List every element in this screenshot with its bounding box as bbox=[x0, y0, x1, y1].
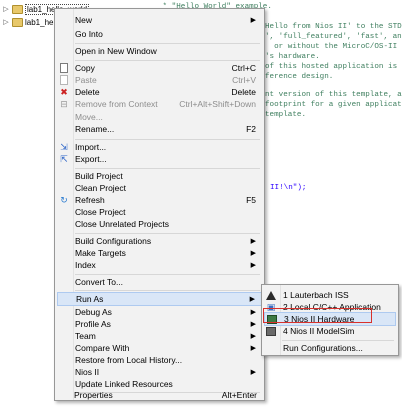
code-line: II!\n"); bbox=[270, 184, 307, 192]
submenu-arrow-icon: ▶ bbox=[250, 309, 256, 316]
menu-item-label: Profile As bbox=[75, 319, 111, 329]
menu-item-go-into[interactable]: Go Into bbox=[57, 27, 262, 41]
menu-item-label: 1 Lauterbach ISS bbox=[283, 290, 349, 300]
menu-item-label: Nios II bbox=[75, 367, 100, 377]
menu-item-label: 3 Nios II Hardware bbox=[284, 314, 355, 324]
project-folder-icon bbox=[12, 4, 23, 14]
submenu-arrow-icon: ▶ bbox=[250, 238, 256, 245]
menu-item-rename[interactable]: Rename... F2 bbox=[57, 122, 262, 136]
code-line: nt version of this template, an bbox=[265, 91, 402, 99]
menu-item-label: Clean Project bbox=[75, 183, 127, 193]
submenu-arrow-icon: ▶ bbox=[250, 17, 256, 24]
menu-item-open-new-window[interactable]: Open in New Window bbox=[57, 44, 262, 58]
menu-item-index[interactable]: Index ▶ bbox=[57, 258, 262, 272]
menu-item-label: Compare With bbox=[75, 343, 130, 353]
menu-item-label: Properties bbox=[74, 390, 113, 400]
expand-arrow-icon[interactable]: ▷ bbox=[2, 18, 10, 26]
submenu-arrow-icon: ▶ bbox=[250, 369, 256, 376]
menu-item-label: Restore from Local History... bbox=[75, 355, 183, 365]
menu-item-properties[interactable]: Properties Alt+Enter bbox=[56, 388, 263, 402]
menu-item-remove-from-context[interactable]: ⊟ Remove from Context Ctrl+Alt+Shift+Dow… bbox=[57, 97, 262, 111]
menu-item-shortcut: Alt+Enter bbox=[221, 390, 257, 400]
menu-item-label: Import... bbox=[75, 142, 107, 152]
menu-item-shortcut: Ctrl+V bbox=[232, 75, 256, 85]
code-line: template. bbox=[265, 111, 307, 119]
submenu-arrow-icon: ▶ bbox=[250, 345, 256, 352]
menu-item-label: Convert To... bbox=[75, 277, 124, 287]
code-line: Hello from Nios II' to the STDOU bbox=[265, 23, 402, 31]
project-context-menu: New ▶ Go Into Open in New Window Copy Ct… bbox=[54, 8, 265, 401]
menu-item-label: Close Unrelated Projects bbox=[75, 219, 170, 229]
menu-item-label: Paste bbox=[75, 75, 97, 85]
expand-arrow-icon[interactable]: ▷ bbox=[2, 5, 10, 13]
menu-item-export[interactable]: ⇱ Export... bbox=[57, 152, 262, 166]
menu-item-label: Close Project bbox=[75, 207, 126, 217]
menu-item-label: Run Configurations... bbox=[283, 343, 363, 353]
menu-item-label: Run As bbox=[76, 294, 104, 304]
menu-item-run-as[interactable]: Run As ▶ bbox=[57, 292, 262, 306]
submenu-arrow-icon: ▶ bbox=[250, 333, 256, 340]
project-folder-icon bbox=[12, 17, 23, 27]
submenu-arrow-icon: ▶ bbox=[250, 250, 256, 257]
remove-context-icon: ⊟ bbox=[60, 98, 68, 109]
menu-item-label: Team bbox=[75, 331, 96, 341]
code-line: or without the MicroC/OS-II RT bbox=[265, 43, 402, 51]
menu-item-label: Export... bbox=[75, 154, 107, 164]
modelsim-icon bbox=[265, 325, 277, 337]
run-as-submenu: 1 Lauterbach ISS ▣ 2 Local C/C++ Applica… bbox=[261, 284, 399, 356]
menu-item-label: Refresh bbox=[75, 195, 105, 205]
menu-item-label: Index bbox=[75, 260, 96, 270]
menu-item-shortcut: Ctrl+C bbox=[231, 63, 256, 73]
menu-separator bbox=[75, 290, 260, 291]
code-line: 's hardware. bbox=[265, 53, 320, 61]
menu-item-shortcut: Delete bbox=[231, 87, 256, 97]
menu-item-label: New bbox=[75, 15, 93, 25]
menu-item-new[interactable]: New ▶ bbox=[57, 13, 262, 27]
menu-item-label: Build Configurations bbox=[75, 236, 152, 246]
menu-item-label: Remove from Context bbox=[75, 99, 158, 109]
code-line: of this hosted application is - bbox=[265, 63, 402, 71]
code-line: footprint for a given applicati bbox=[265, 101, 402, 109]
menu-item-shortcut: F2 bbox=[246, 124, 256, 134]
menu-item-shortcut: F5 bbox=[246, 195, 256, 205]
submenu-item-run-configurations[interactable]: Run Configurations... bbox=[264, 341, 396, 355]
menu-item-label: Make Targets bbox=[75, 248, 126, 258]
code-line: ference design. bbox=[265, 73, 334, 81]
menu-item-close-unrelated[interactable]: Close Unrelated Projects bbox=[57, 217, 262, 231]
submenu-item-nios-modelsim[interactable]: 4 Nios II ModelSim bbox=[264, 324, 396, 338]
menu-item-label: Delete bbox=[75, 87, 100, 97]
export-icon: ⇱ bbox=[60, 153, 68, 164]
menu-item-label: 2 Local C/C++ Application bbox=[283, 302, 381, 312]
code-line: ', 'full_featured', 'fast', and bbox=[265, 33, 402, 41]
menu-item-shortcut: Ctrl+Alt+Shift+Down bbox=[179, 99, 256, 109]
menu-item-label: Open in New Window bbox=[75, 46, 157, 56]
menu-item-label: 4 Nios II ModelSim bbox=[283, 326, 355, 336]
submenu-arrow-icon: ▶ bbox=[250, 262, 256, 269]
menu-item-label: Rename... bbox=[75, 124, 115, 134]
menu-item-label: Build Project bbox=[75, 171, 123, 181]
menu-item-label: Debug As bbox=[75, 307, 112, 317]
submenu-arrow-icon: ▶ bbox=[249, 296, 255, 303]
menu-item-label: Move... bbox=[75, 112, 103, 122]
menu-item-label: Copy bbox=[75, 63, 95, 73]
menu-item-label: Go Into bbox=[75, 29, 103, 39]
menu-item-convert-to[interactable]: Convert To... bbox=[57, 275, 262, 289]
submenu-arrow-icon: ▶ bbox=[250, 321, 256, 328]
